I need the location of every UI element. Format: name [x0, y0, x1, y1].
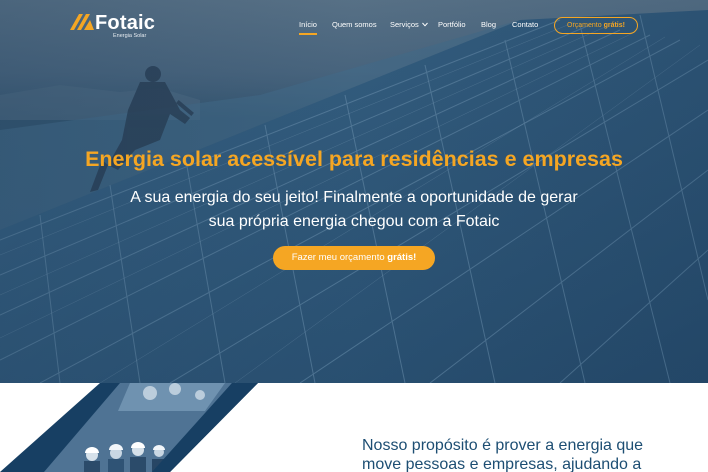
- nav-item-blog[interactable]: Blog: [481, 17, 496, 33]
- logo[interactable]: Fotaic Energia Solar: [70, 11, 170, 43]
- nav-item-quem-somos[interactable]: Quem somos: [332, 17, 377, 33]
- about-section: Nosso propósito é prover a energia que m…: [0, 383, 708, 472]
- team-photo: [0, 383, 300, 472]
- nav-item-portfolio[interactable]: Portfólio: [438, 17, 466, 33]
- nav-item-contato[interactable]: Contato: [512, 17, 538, 33]
- header-quote-label: Orçamento: [567, 22, 602, 29]
- purpose-line-2: move pessoas e empresas, ajudando a: [362, 456, 642, 472]
- hero-cta-button[interactable]: Fazer meu orçamento grátis!: [273, 246, 435, 270]
- site-header: Fotaic Energia Solar Início Quem somos S…: [0, 0, 708, 50]
- hero-subtitle-line-2: sua própria energia chegou com a Fotaic: [208, 213, 500, 230]
- logo-mark-icon: [70, 14, 94, 30]
- header-quote-button[interactable]: Orçamento grátis!: [554, 17, 638, 34]
- hero-cta-label: Fazer meu orçamento: [291, 252, 385, 263]
- logo-tagline: Energia Solar: [113, 33, 147, 39]
- hero-headline: Energia solar acessível para residências…: [85, 147, 623, 171]
- purpose-text: Nosso propósito é prover a energia que m…: [362, 436, 702, 472]
- hero-subtitle-line-1: A sua energia do seu jeito! Finalmente a…: [130, 189, 578, 206]
- header-quote-emphasis: grátis!: [603, 22, 625, 29]
- chevron-down-icon[interactable]: [422, 22, 428, 27]
- purpose-line-1: Nosso propósito é prover a energia que: [362, 437, 644, 454]
- nav-item-inicio[interactable]: Início: [299, 17, 317, 35]
- hero-cta-emphasis: grátis!: [387, 252, 417, 263]
- nav-item-servicos[interactable]: Serviços: [390, 17, 419, 33]
- logo-name: Fotaic: [95, 12, 156, 34]
